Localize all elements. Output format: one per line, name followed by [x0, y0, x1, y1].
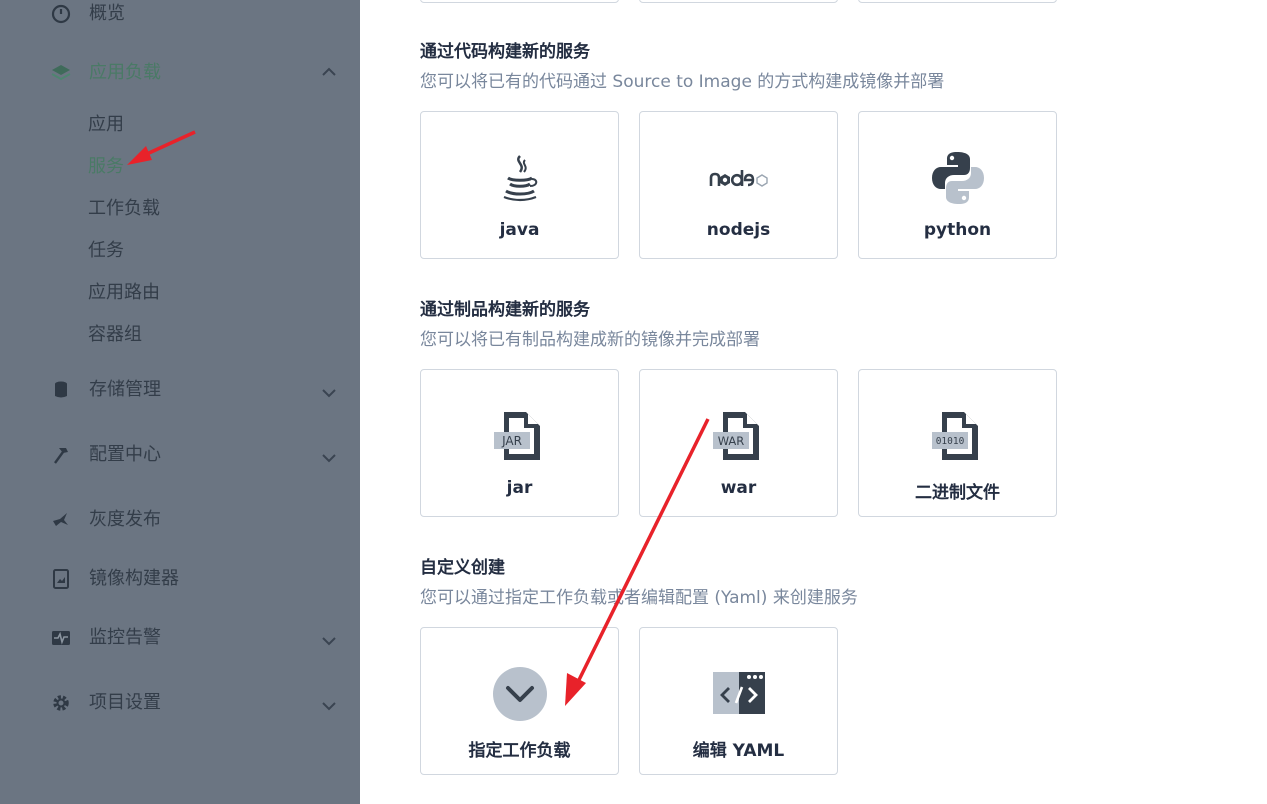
- section-desc-custom: 您可以通过指定工作负载或者编辑配置 (Yaml) 来创建服务: [420, 588, 858, 608]
- card-nodejs-label: nodejs: [706, 220, 771, 240]
- nav-config-label: 配置中心: [89, 444, 161, 465]
- section-title-custom: 自定义创建: [420, 558, 505, 578]
- war-file-icon: WAR: [712, 412, 759, 460]
- monitor-icon: [52, 631, 70, 645]
- binary-badge-text: 01010: [935, 436, 964, 447]
- chevron-down-icon[interactable]: [320, 449, 338, 467]
- subnav-apps[interactable]: 应用: [88, 114, 124, 136]
- python-icon: [931, 152, 984, 204]
- previous-card[interactable]: [420, 0, 619, 3]
- card-specify-workload-label: 指定工作负载: [468, 741, 571, 761]
- nav-config[interactable]: 配置中心: [0, 435, 360, 475]
- previous-card[interactable]: [858, 0, 1057, 3]
- section-title-source-code: 通过代码构建新的服务: [420, 42, 590, 62]
- nav-monitoring-label: 监控告警: [89, 627, 161, 648]
- bird-icon: [53, 513, 68, 526]
- card-binary-label: 二进制文件: [915, 483, 1000, 503]
- card-python[interactable]: python: [858, 111, 1057, 259]
- card-jar-label: jar: [506, 478, 533, 498]
- nav-grayscale-label: 灰度发布: [89, 509, 161, 530]
- card-edit-yaml[interactable]: 编辑 YAML: [639, 627, 838, 775]
- storage-icon: [55, 381, 67, 398]
- card-war[interactable]: WAR war: [639, 369, 838, 517]
- subnav-routes[interactable]: 应用路由: [88, 282, 160, 304]
- subnav-pods[interactable]: 容器组: [88, 324, 142, 346]
- nav-overview[interactable]: 概览: [0, 0, 360, 34]
- nav-overview-label: 概览: [89, 3, 125, 24]
- nav-app-workloads-label: 应用负载: [89, 62, 161, 83]
- war-badge-text: WAR: [717, 434, 744, 448]
- subnav-services[interactable]: 服务: [88, 156, 124, 178]
- nav-storage-label: 存储管理: [89, 379, 161, 400]
- code-editor-icon: [712, 672, 765, 714]
- nav-grayscale[interactable]: 灰度发布: [0, 500, 360, 540]
- create-service-panel: 通过代码构建新的服务 您可以将已有的代码通过 Source to Image 的…: [360, 0, 1267, 804]
- card-python-label: python: [923, 220, 992, 240]
- nodejs-icon: [709, 170, 768, 187]
- nav-image-builder-label: 镜像构建器: [89, 568, 179, 589]
- jar-badge-text: JAR: [501, 434, 522, 448]
- jar-file-icon: JAR: [493, 412, 540, 460]
- nav-app-workloads[interactable]: 应用负载: [0, 53, 360, 93]
- image-builder-icon: [53, 569, 69, 589]
- nav-project-settings[interactable]: 项目设置: [0, 683, 360, 723]
- nav-storage[interactable]: 存储管理: [0, 370, 360, 410]
- layers-icon: [51, 65, 71, 81]
- chevron-down-icon[interactable]: [320, 632, 338, 650]
- chevron-down-circle-icon: [492, 667, 547, 721]
- card-jar[interactable]: JAR jar: [420, 369, 619, 517]
- gear-icon: [53, 695, 69, 711]
- hammer-icon: [54, 448, 68, 464]
- nav-image-builder[interactable]: 镜像构建器: [0, 559, 360, 599]
- nav-project-settings-label: 项目设置: [89, 692, 161, 713]
- subnav-workloads[interactable]: 工作负载: [88, 198, 160, 220]
- binary-file-icon: 01010: [931, 412, 978, 460]
- card-binary[interactable]: 01010 二进制文件: [858, 369, 1057, 517]
- chevron-up-icon[interactable]: [320, 63, 338, 81]
- sidebar: 概览 应用负载 应用 服务 工作负载 任务 应用路由 容器组 存储管理 配置中心: [0, 0, 360, 804]
- chevron-down-icon[interactable]: [320, 384, 338, 402]
- section-title-artifact: 通过制品构建新的服务: [420, 300, 590, 320]
- dashboard-icon: [51, 4, 71, 24]
- card-specify-workload[interactable]: 指定工作负载: [420, 627, 619, 775]
- card-war-label: war: [720, 478, 757, 498]
- previous-card[interactable]: [639, 0, 838, 3]
- card-java[interactable]: java: [420, 111, 619, 259]
- nav-monitoring[interactable]: 监控告警: [0, 618, 360, 658]
- card-java-label: java: [499, 220, 540, 240]
- section-desc-artifact: 您可以将已有制品构建成新的镜像并完成部署: [420, 330, 760, 350]
- card-edit-yaml-label: 编辑 YAML: [692, 741, 785, 761]
- subnav-jobs[interactable]: 任务: [88, 240, 124, 262]
- card-nodejs[interactable]: nodejs: [639, 111, 838, 259]
- section-desc-source-code: 您可以将已有的代码通过 Source to Image 的方式构建成镜像并部署: [420, 72, 945, 92]
- chevron-down-icon[interactable]: [320, 697, 338, 715]
- java-icon: [503, 155, 537, 202]
